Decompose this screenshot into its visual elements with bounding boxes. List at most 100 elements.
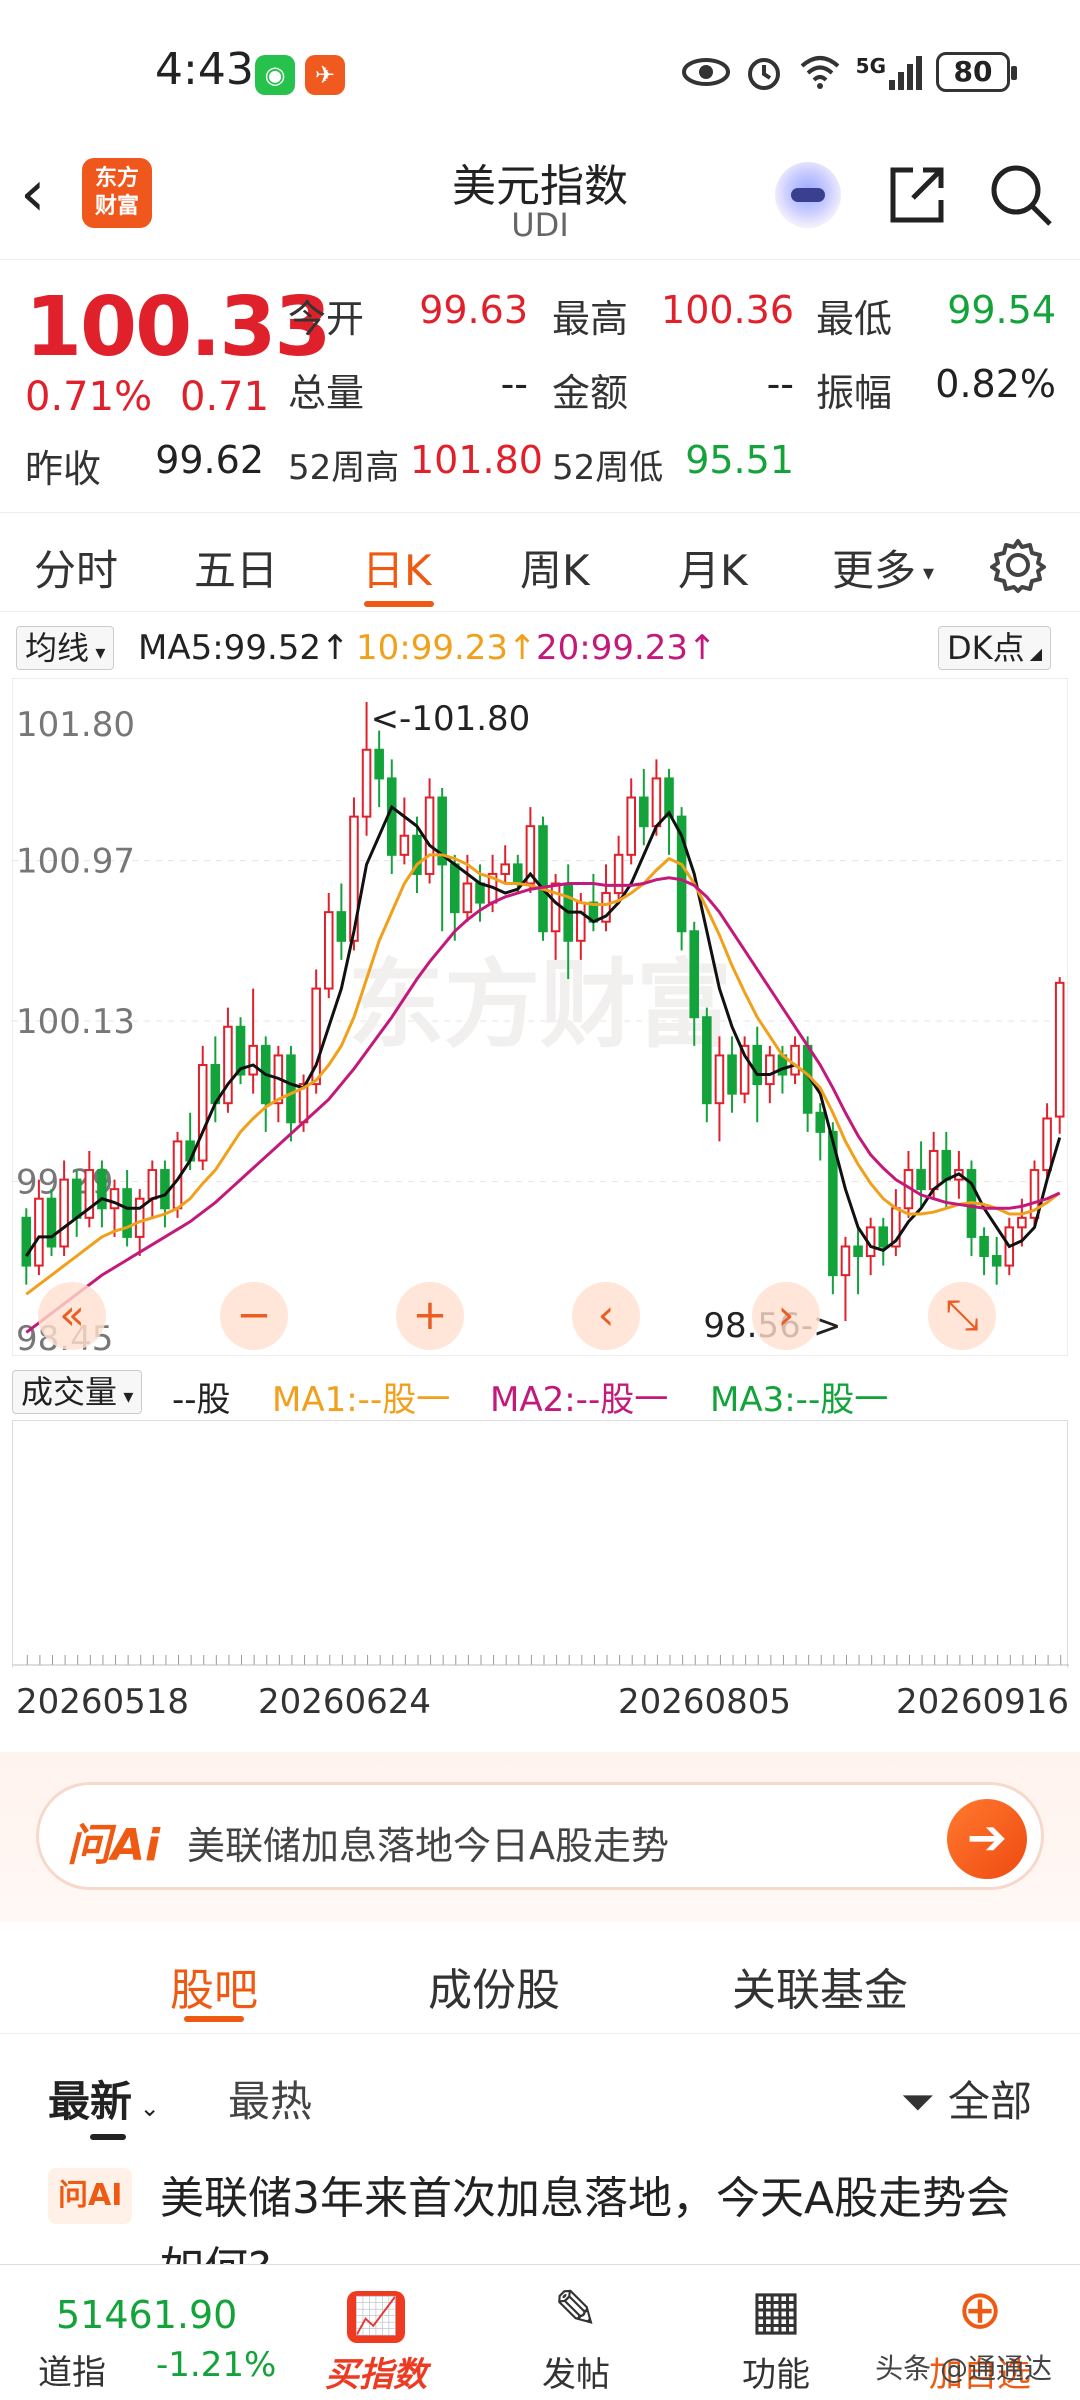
candle-body bbox=[374, 748, 384, 780]
change-percent: 0.71% bbox=[25, 374, 153, 420]
ma5-value: MA5:99.52↑ bbox=[138, 628, 350, 668]
candle-body bbox=[500, 863, 510, 875]
ai-search-box[interactable]: 问Ai 美联储加息落地今日A股走势 ➔ bbox=[36, 1782, 1044, 1890]
post-button[interactable]: ✎ 发帖 bbox=[496, 2277, 656, 2396]
index-name: 道指 bbox=[38, 2353, 106, 2393]
status-bar: 4:43 ◉ ✈ 5G 80 bbox=[0, 0, 1080, 140]
candle-body bbox=[790, 1044, 800, 1076]
x-tick-label: 20260624 bbox=[258, 1682, 432, 1722]
candle-body bbox=[651, 777, 662, 828]
candle-body bbox=[928, 1149, 939, 1191]
candle-body bbox=[336, 911, 347, 942]
sort-latest[interactable]: 最新 ⌄ bbox=[48, 2068, 160, 2129]
candle-body bbox=[752, 1044, 763, 1086]
tab-intraday[interactable]: 分时 bbox=[34, 537, 118, 598]
volume-legend-bar: 成交量 ▾ --股 MA1:--股一 MA2:--股一 MA3:--股一 bbox=[0, 1364, 1080, 1420]
candle-body bbox=[223, 1025, 233, 1105]
prev-close-value: 99.62 bbox=[155, 438, 264, 482]
candle-body bbox=[840, 1245, 851, 1277]
search-icon[interactable] bbox=[988, 162, 1054, 228]
amount-value: -- bbox=[766, 362, 794, 406]
ai-search-text: 美联储加息落地今日A股走势 bbox=[187, 1824, 669, 1868]
volume-selector-label: 成交量 bbox=[21, 1373, 118, 1411]
fullscreen-button[interactable]: ⤡ bbox=[928, 1282, 996, 1350]
open-value: 99.63 bbox=[419, 288, 528, 332]
y-tick-label: 100.97 bbox=[16, 842, 135, 882]
trend-chart-icon: 📈 bbox=[296, 2277, 456, 2343]
low-label: 最低 bbox=[816, 297, 893, 341]
nav-header: ‹ 东方 财富 美元指数 UDI bbox=[0, 140, 1080, 260]
candle-body bbox=[462, 882, 473, 914]
candle-body bbox=[475, 882, 485, 904]
candle-body bbox=[979, 1235, 989, 1258]
section-tabs: 股吧 成份股 关联基金 bbox=[0, 1924, 1080, 2034]
quote-panel: 100.33 0.71% 0.71 今开 99.63 最高 100.36 最低 … bbox=[0, 262, 1080, 512]
filter-button[interactable]: ⏷ 全部 bbox=[901, 2068, 1032, 2129]
settings-gear-icon[interactable] bbox=[990, 537, 1046, 593]
candle-body bbox=[450, 863, 460, 914]
period-tabs: 分时 五日 日K 周K 月K 更多 ▾ bbox=[0, 512, 1080, 612]
filter-label: 全部 bbox=[947, 2077, 1032, 2126]
candle-body bbox=[21, 1216, 32, 1267]
candle-body bbox=[639, 796, 649, 828]
y-tick-label: 100.13 bbox=[16, 1002, 135, 1042]
sort-hot[interactable]: 最热 bbox=[228, 2068, 312, 2129]
vol-ma3: MA3:--股一 bbox=[710, 1380, 889, 1420]
list-item[interactable]: 问AI 美联储3年来首次加息落地，今天A股走势会如何? bbox=[0, 2156, 1080, 2266]
dk-point-toggle[interactable]: DK点 ◢ bbox=[938, 626, 1052, 670]
tab-five-day[interactable]: 五日 bbox=[194, 537, 278, 598]
last-price: 100.33 bbox=[25, 280, 331, 375]
volume-chart[interactable] bbox=[12, 1420, 1069, 1668]
bottom-nav: 51461.90 道指 -1.21% 📈 买指数 ✎ 发帖 ▦ 功能 ⊕ 加自选… bbox=[0, 2264, 1080, 2400]
candle-body bbox=[513, 863, 523, 885]
post-title: 美联储3年来首次加息落地，今天A股走势会如何? bbox=[160, 2173, 1011, 2266]
candle-body bbox=[815, 1111, 826, 1133]
scroll-to-start-button[interactable]: « bbox=[38, 1282, 106, 1350]
volume-value: -- bbox=[500, 362, 528, 406]
ma20-value: 20:99.23↑ bbox=[536, 628, 717, 668]
tab-more[interactable]: 更多 ▾ bbox=[832, 537, 934, 598]
tab-daily-k[interactable]: 日K bbox=[362, 537, 432, 598]
k-line-chart[interactable]: 101.80100.97100.1399.2998.45东方财富<-101.80… bbox=[12, 678, 1068, 1356]
zoom-in-button[interactable]: + bbox=[396, 1282, 464, 1350]
active-tab-indicator bbox=[184, 2016, 244, 2022]
tab-more-label: 更多 bbox=[832, 546, 917, 595]
battery-indicator: 80 bbox=[936, 52, 1017, 92]
tab-related-funds[interactable]: 关联基金 bbox=[732, 1954, 908, 2018]
indicator-selector-label: 均线 bbox=[25, 629, 90, 667]
tab-monthly-k[interactable]: 月K bbox=[678, 537, 748, 598]
ma-legend-bar: 均线 ▾ MA5:99.52↑ 10:99.23↑ 20:99.23↑ DK点 … bbox=[0, 620, 1080, 670]
network-type: 5G bbox=[855, 54, 886, 78]
candle-body bbox=[109, 1188, 120, 1210]
active-tab-indicator bbox=[364, 601, 434, 607]
volume-indicator-selector[interactable]: 成交量 ▾ bbox=[12, 1370, 143, 1414]
dk-point-label: DK点 bbox=[947, 629, 1025, 667]
candle-body bbox=[576, 901, 586, 942]
tab-constituents[interactable]: 成份股 bbox=[428, 1954, 560, 2018]
ai-assistant-icon[interactable] bbox=[775, 162, 841, 228]
volume-axis bbox=[13, 1655, 1069, 1666]
caret-down-icon: ▾ bbox=[117, 1384, 134, 1408]
scroll-left-button[interactable]: ‹ bbox=[572, 1282, 640, 1350]
watermark: 头条 @通通达 bbox=[875, 2352, 1052, 2385]
notification-app-icon: ✈ bbox=[305, 55, 345, 95]
ai-submit-button[interactable]: ➔ bbox=[947, 1799, 1027, 1879]
functions-button[interactable]: ▦ 功能 bbox=[696, 2277, 856, 2396]
zoom-out-button[interactable]: − bbox=[220, 1282, 288, 1350]
share-icon[interactable] bbox=[885, 164, 949, 228]
candle-body bbox=[613, 853, 624, 895]
tab-stock-forum[interactable]: 股吧 bbox=[170, 1954, 258, 2018]
grid-icon: ▦ bbox=[750, 2278, 802, 2341]
week52-low-value: 95.51 bbox=[685, 438, 794, 482]
sort-latest-label: 最新 bbox=[48, 2077, 133, 2126]
candle-body bbox=[197, 1063, 208, 1162]
candle-body bbox=[59, 1178, 69, 1248]
scroll-right-button[interactable]: › bbox=[752, 1282, 820, 1350]
candle-body bbox=[991, 1255, 1002, 1267]
alarm-icon bbox=[747, 58, 780, 90]
tab-weekly-k[interactable]: 周K bbox=[520, 537, 590, 598]
buy-index-button[interactable]: 📈 买指数 bbox=[296, 2277, 456, 2396]
indicator-selector[interactable]: 均线 ▾ bbox=[16, 626, 115, 670]
x-tick-label: 20260916 bbox=[896, 1682, 1070, 1722]
candle-body bbox=[160, 1169, 170, 1210]
